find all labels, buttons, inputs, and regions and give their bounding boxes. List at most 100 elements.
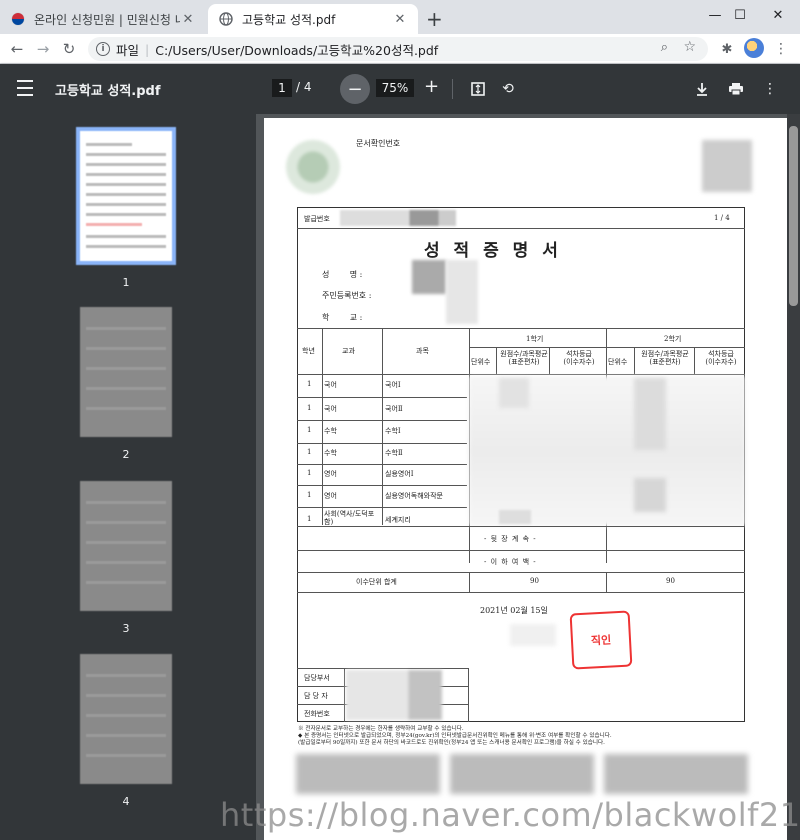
pdf-toolbar: 고등학교 성적.pdf 1 / 4 − 75% + ⟲ ⋮	[0, 64, 800, 114]
info-icon[interactable]: i	[96, 42, 110, 56]
row-subject: 수학Ⅱ	[385, 449, 403, 457]
tab-title: 온라인 신청민원 | 민원신청 내역	[34, 12, 180, 27]
page-total: / 4	[296, 80, 312, 94]
tab-online-petition[interactable]: 온라인 신청민원 | 민원신청 내역 ✕	[0, 4, 206, 34]
header-raw-score: 원점수/과목평균 (표준편차)	[500, 350, 548, 366]
blank-below-text: - 이 하 여 백 -	[484, 558, 537, 566]
thumbnail-page-3[interactable]	[80, 481, 172, 611]
issue-date: 2021년 02월 15일	[480, 606, 548, 615]
row-grade: 1	[307, 491, 312, 499]
footer-department-label: 담당부서	[304, 674, 330, 682]
doc-check-label: 문서확인번호	[356, 139, 401, 148]
row-group: 사회(역사/도덕포함)	[324, 510, 375, 526]
thumbnail-page-4[interactable]	[80, 654, 172, 784]
header-units: 단위수	[471, 358, 491, 366]
window-close-icon[interactable]: ✕	[756, 0, 800, 30]
field-name-label: 성 명 :	[322, 270, 363, 279]
footer-person-label: 담 당 자	[304, 692, 328, 700]
rotate-icon[interactable]: ⟲	[498, 79, 518, 99]
zoom-magnifier-icon[interactable]: ⌕	[661, 40, 668, 55]
print-icon[interactable]	[726, 79, 746, 99]
school-emblem-icon	[286, 140, 340, 194]
total-units-sem2: 90	[666, 577, 675, 585]
zoom-in-button[interactable]: +	[424, 76, 439, 97]
qr-code-icon	[702, 140, 752, 192]
field-resident-no-label: 주민등록번호 :	[322, 291, 372, 300]
address-bar[interactable]: i 파일 | C:/Users/User/Downloads/고등학교%20성적…	[88, 37, 708, 61]
blog-watermark: https://blog.naver.com/blackwolf213	[220, 796, 800, 834]
thumbnail-label: 3	[122, 622, 130, 635]
fit-page-icon[interactable]	[468, 79, 488, 99]
footer-phone-label: 전화번호	[304, 710, 330, 718]
header-semester-2: 2학기	[664, 335, 682, 343]
thumbnail-label: 2	[122, 448, 130, 461]
url-text: C:/Users/User/Downloads/고등학교%20성적.pdf	[155, 42, 439, 58]
row-grade: 1	[307, 469, 312, 477]
header-subject: 과목	[416, 347, 429, 355]
row-grade: 1	[307, 515, 312, 523]
row-group: 영어	[324, 470, 337, 478]
profile-avatar[interactable]	[744, 38, 764, 58]
pdf-title: 고등학교 성적.pdf	[55, 84, 161, 99]
divider	[452, 79, 453, 99]
row-group: 영어	[324, 492, 337, 500]
certificate-title: 성 적 증 명 서	[424, 241, 562, 261]
separator: |	[145, 41, 150, 57]
row-grade: 1	[307, 380, 312, 388]
note-3: (발급일로부터 90일까지) 또한 문서 하단의 바코드로도 진위확인(정부24…	[298, 740, 605, 746]
more-options-icon[interactable]: ⋮	[760, 79, 780, 99]
row-subject: 세계지리	[385, 516, 411, 524]
row-subject: 실용영어독해와작문	[385, 492, 443, 500]
sidebar-menu-icon[interactable]	[17, 80, 33, 96]
header-raw-score: 원점수/과목평균 (표준편차)	[641, 350, 689, 366]
row-grade: 1	[307, 426, 312, 434]
menu-dots-icon[interactable]: ⋮	[770, 38, 792, 60]
scheme-label: 파일	[116, 42, 140, 58]
reload-icon[interactable]: ↻	[58, 38, 80, 60]
pdf-page-1: 문서확인번호 발급번호 1 / 4 성 적 증 명 서 성 명 : 주민등록번호…	[264, 118, 787, 840]
header-achievement: 석차등급 (이수자수)	[563, 350, 595, 366]
row-group: 국어	[324, 381, 337, 389]
forward-arrow-icon[interactable]: →	[32, 38, 54, 60]
new-tab-plus-icon[interactable]: +	[426, 7, 443, 31]
tab-strip: 온라인 신청민원 | 민원신청 내역 ✕ 고등학교 성적.pdf ✕ + — ☐…	[0, 0, 800, 34]
thumbnail-label: 4	[122, 795, 130, 808]
close-icon[interactable]: ✕	[180, 12, 196, 27]
thumbnail-page-2[interactable]	[80, 307, 172, 437]
scrollbar-thumb[interactable]	[789, 126, 798, 306]
gov-emblem-icon	[10, 11, 26, 27]
header-achievement: 석차등급 (이수자수)	[705, 350, 737, 366]
row-subject: 국어Ⅱ	[385, 405, 403, 413]
zoom-input[interactable]: 75%	[376, 79, 414, 97]
tab-title: 고등학교 성적.pdf	[242, 12, 336, 27]
row-subject: 국어Ⅰ	[385, 381, 401, 389]
maximize-icon[interactable]: ☐	[720, 0, 760, 30]
bookmark-star-icon[interactable]: ☆	[683, 39, 696, 55]
row-grade: 1	[307, 448, 312, 456]
zoom-out-button[interactable]: −	[340, 74, 370, 104]
header-semester-1: 1학기	[526, 335, 544, 343]
row-group: 수학	[324, 427, 337, 435]
row-subject: 실용영어Ⅰ	[385, 470, 414, 478]
page-indicator: 1 / 4	[714, 214, 730, 222]
row-grade: 1	[307, 404, 312, 412]
total-units-label: 이수단위 합계	[356, 578, 397, 586]
download-icon[interactable]	[692, 79, 712, 99]
header-subject-group: 교과	[342, 347, 355, 355]
vertical-scrollbar[interactable]	[787, 114, 800, 840]
issue-no-label: 발급번호	[304, 215, 330, 223]
globe-icon	[218, 11, 234, 27]
page-number-input[interactable]: 1	[272, 79, 292, 97]
official-seal-stamp: 직인	[569, 610, 633, 670]
thumbnail-label: 1	[122, 276, 130, 289]
tab-pdf[interactable]: 고등학교 성적.pdf ✕	[208, 4, 418, 34]
back-arrow-icon[interactable]: ←	[6, 38, 28, 60]
close-icon[interactable]: ✕	[392, 12, 408, 27]
extensions-puzzle-icon[interactable]: ✱	[716, 38, 738, 60]
thumbnail-page-1[interactable]	[76, 127, 176, 265]
browser-toolbar: ← → ↻ i 파일 | C:/Users/User/Downloads/고등학…	[0, 34, 800, 64]
row-group: 수학	[324, 449, 337, 457]
total-units-sem1: 90	[530, 577, 539, 585]
row-group: 국어	[324, 405, 337, 413]
continued-text: - 뒷 장 계 속 -	[484, 535, 537, 543]
